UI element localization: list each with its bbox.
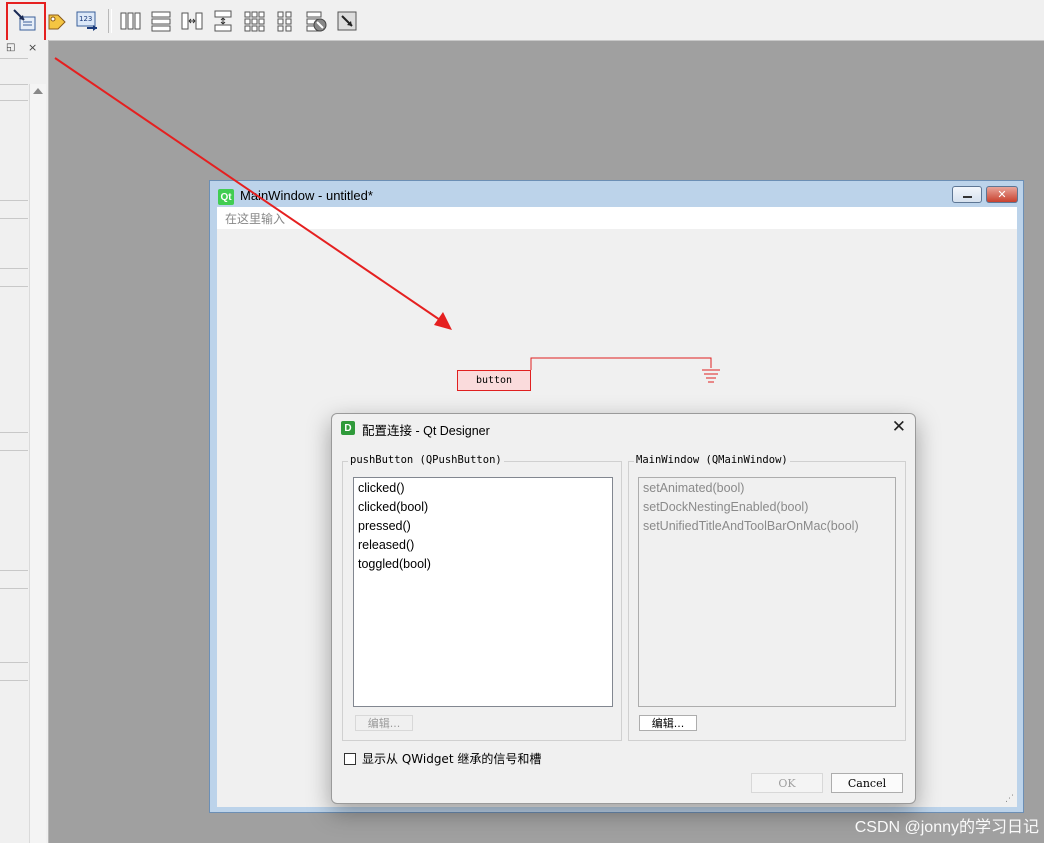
list-item[interactable]: released() bbox=[354, 536, 612, 555]
divider bbox=[0, 588, 28, 589]
list-item[interactable]: clicked() bbox=[354, 479, 612, 498]
layout-vertical-icon[interactable] bbox=[148, 8, 174, 34]
divider bbox=[0, 450, 28, 451]
divider bbox=[0, 432, 28, 433]
receiver-group-title: MainWindow (QMainWindow) bbox=[634, 454, 790, 466]
cancel-button[interactable]: Cancel bbox=[831, 773, 903, 793]
layout-h-splitter-icon[interactable] bbox=[179, 8, 205, 34]
adjust-size-icon[interactable] bbox=[334, 8, 360, 34]
ok-button[interactable]: OK bbox=[751, 773, 823, 793]
list-item[interactable]: setDockNestingEnabled(bool) bbox=[639, 498, 895, 517]
watermark: CSDN @jonny的学习日记 bbox=[854, 819, 1039, 836]
divider bbox=[0, 286, 28, 287]
close-icon: ✕ bbox=[997, 188, 1007, 201]
sender-edit-button[interactable]: 编辑... bbox=[355, 715, 413, 731]
dialog-title: 配置连接 - Qt Designer bbox=[362, 424, 490, 438]
list-item[interactable]: setUnifiedTitleAndToolBarOnMac(bool) bbox=[639, 517, 895, 536]
divider bbox=[0, 570, 28, 571]
menu-placeholder[interactable]: 在这里输入 bbox=[225, 210, 285, 227]
push-button-widget[interactable]: button bbox=[457, 370, 531, 391]
receiver-edit-button[interactable]: 编辑... bbox=[639, 715, 697, 731]
slot-list[interactable]: setAnimated(bool) setDockNestingEnabled(… bbox=[638, 477, 896, 707]
menu-bar[interactable]: 在这里输入 bbox=[217, 207, 1017, 229]
svg-text:123: 123 bbox=[79, 15, 92, 23]
divider bbox=[0, 268, 28, 269]
divider bbox=[0, 680, 28, 681]
signal-list[interactable]: clicked() clicked(bool) pressed() releas… bbox=[353, 477, 613, 707]
size-grip-icon[interactable]: ⋰ bbox=[1005, 794, 1014, 804]
edit-tab-order-icon[interactable]: 123 bbox=[74, 8, 100, 34]
edit-buddies-icon[interactable] bbox=[44, 8, 70, 34]
show-inherited-label: 显示从 QWidget 继承的信号和槽 bbox=[362, 752, 542, 766]
layout-horizontal-icon[interactable] bbox=[117, 8, 143, 34]
list-item[interactable]: toggled(bool) bbox=[354, 555, 612, 574]
sender-group: pushButton (QPushButton) clicked() click… bbox=[342, 454, 622, 741]
divider bbox=[0, 84, 28, 85]
divider bbox=[0, 100, 28, 101]
toolbar-separator bbox=[108, 9, 112, 33]
dock-close-icon[interactable]: × bbox=[28, 41, 37, 54]
minimize-icon bbox=[962, 196, 972, 198]
list-item[interactable]: pressed() bbox=[354, 517, 612, 536]
dialog-close-icon[interactable]: ✕ bbox=[892, 417, 906, 437]
minimize-button[interactable] bbox=[952, 186, 982, 203]
break-layout-icon[interactable] bbox=[303, 8, 329, 34]
layout-grid-icon[interactable] bbox=[241, 8, 267, 34]
divider bbox=[0, 662, 28, 663]
designer-toolbar: 123 bbox=[0, 0, 1044, 48]
layout-v-splitter-icon[interactable] bbox=[210, 8, 236, 34]
list-item[interactable]: clicked(bool) bbox=[354, 498, 612, 517]
sender-group-title: pushButton (QPushButton) bbox=[348, 454, 504, 466]
inherited-checkbox-row[interactable]: 显示从 QWidget 继承的信号和槽 bbox=[344, 750, 541, 767]
divider bbox=[0, 58, 28, 59]
configure-connection-dialog: D 配置连接 - Qt Designer ✕ pushButton (QPush… bbox=[331, 413, 916, 804]
receiver-group: MainWindow (QMainWindow) setAnimated(boo… bbox=[628, 454, 906, 741]
window-title: MainWindow - untitled* bbox=[240, 188, 373, 203]
qt-logo-icon: Qt bbox=[218, 189, 234, 205]
list-item[interactable]: setAnimated(bool) bbox=[639, 479, 895, 498]
designer-logo-icon: D bbox=[341, 421, 355, 435]
widget-box-pane: ◱ × bbox=[0, 40, 49, 843]
divider bbox=[0, 218, 28, 219]
dock-float-icon[interactable]: ◱ bbox=[6, 42, 15, 53]
vertical-scrollbar[interactable] bbox=[29, 84, 46, 843]
divider bbox=[0, 200, 28, 201]
scroll-up-icon[interactable] bbox=[33, 88, 43, 94]
show-inherited-checkbox[interactable] bbox=[344, 752, 356, 765]
layout-form-icon[interactable] bbox=[272, 8, 298, 34]
close-button[interactable]: ✕ bbox=[986, 186, 1018, 203]
